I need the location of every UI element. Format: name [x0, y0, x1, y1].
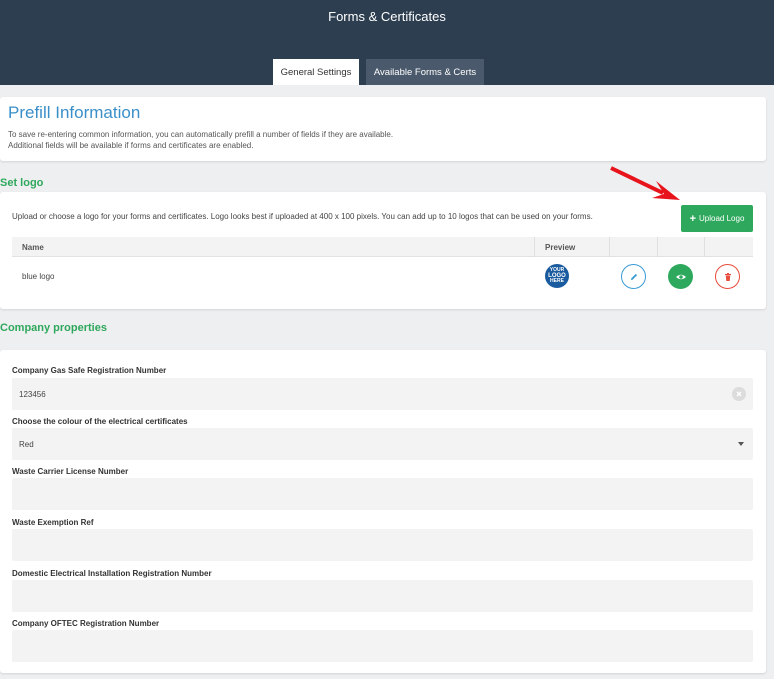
- logo-preview-image: YOUR LOGO HERE: [545, 264, 569, 288]
- trash-icon: [724, 272, 731, 281]
- delete-logo-button[interactable]: [715, 264, 740, 289]
- annotation-arrow: [610, 166, 680, 200]
- column-name: Name: [22, 242, 44, 252]
- plus-icon: +: [689, 212, 697, 225]
- gas-safe-input[interactable]: 123456: [12, 378, 753, 410]
- prefill-title: Prefill Information: [8, 103, 141, 122]
- logo-table-header: Name Preview: [12, 237, 753, 257]
- eye-icon: [675, 274, 686, 279]
- waste-exemption-label: Waste Exemption Ref: [12, 518, 94, 527]
- tab-available-forms[interactable]: Available Forms & Certs: [366, 59, 484, 85]
- company-properties-heading: Company properties: [0, 322, 107, 334]
- column-divider: [657, 237, 658, 257]
- clear-icon[interactable]: [732, 387, 746, 401]
- upload-logo-label: Upload Logo: [699, 214, 745, 223]
- domestic-electrical-label: Domestic Electrical Installation Registr…: [12, 569, 212, 578]
- tab-general-settings[interactable]: General Settings: [273, 59, 359, 85]
- edit-logo-button[interactable]: [621, 264, 646, 289]
- prefill-card: Prefill Information To save re-entering …: [0, 97, 766, 161]
- certificate-colour-label: Choose the colour of the electrical cert…: [12, 417, 188, 426]
- set-logo-heading: Set logo: [0, 177, 44, 189]
- waste-exemption-input[interactable]: [12, 529, 753, 561]
- column-divider: [609, 237, 610, 257]
- waste-carrier-label: Waste Carrier License Number: [12, 467, 129, 476]
- certificate-colour-select[interactable]: Red: [12, 428, 753, 460]
- set-logo-description: Upload or choose a logo for your forms a…: [12, 212, 593, 221]
- top-header: Forms & Certificates General Settings Av…: [0, 0, 774, 85]
- prefill-desc-line-2: Additional fields will be available if f…: [8, 141, 254, 150]
- waste-carrier-input[interactable]: [12, 478, 753, 510]
- logo-row-name: blue logo: [22, 272, 55, 281]
- upload-logo-button[interactable]: + Upload Logo: [681, 205, 753, 232]
- gas-safe-value: 123456: [19, 389, 46, 399]
- prefill-description: To save re-entering common information, …: [8, 129, 393, 151]
- caret-down-icon: [738, 442, 744, 446]
- oftec-label: Company OFTEC Registration Number: [12, 619, 160, 628]
- pencil-icon: [630, 273, 637, 280]
- prefill-desc-line-1: To save re-entering common information, …: [8, 130, 394, 139]
- oftec-input[interactable]: [12, 630, 753, 662]
- column-preview: Preview: [545, 242, 576, 252]
- column-divider: [534, 237, 535, 257]
- certificate-colour-value: Red: [19, 439, 34, 449]
- view-logo-button[interactable]: [668, 264, 693, 289]
- column-divider: [704, 237, 705, 257]
- domestic-electrical-input[interactable]: [12, 580, 753, 612]
- page-title: Forms & Certificates: [328, 9, 446, 24]
- gas-safe-label: Company Gas Safe Registration Number: [12, 366, 167, 375]
